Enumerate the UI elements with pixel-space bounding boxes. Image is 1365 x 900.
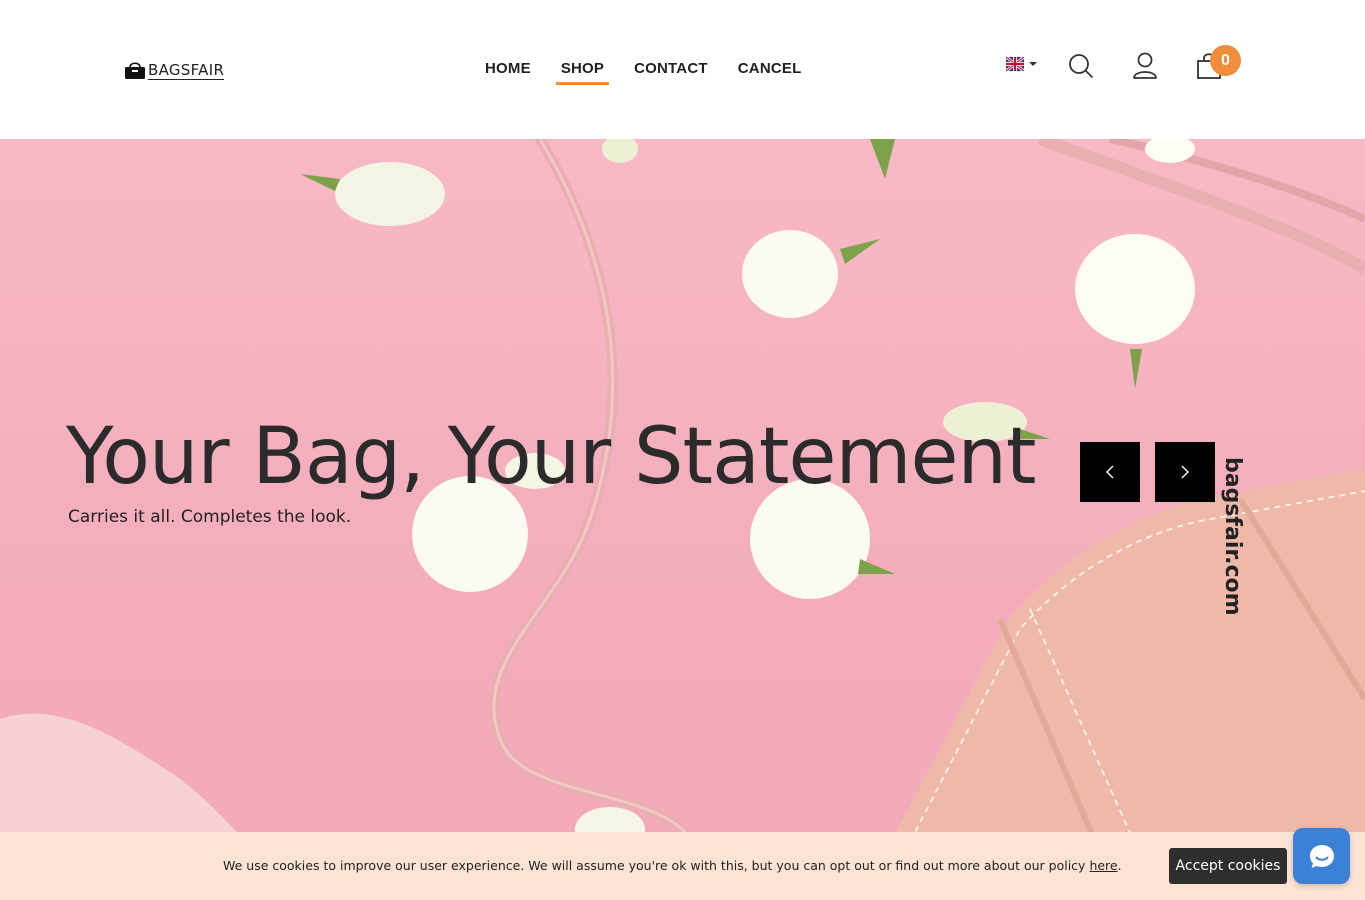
chat-bubble-icon [1309, 845, 1334, 868]
nav-home[interactable]: HOME [470, 52, 546, 85]
nav-contact[interactable]: CONTACT [619, 52, 723, 85]
nav-shop[interactable]: SHOP [546, 52, 619, 85]
nav-cancel[interactable]: CANCEL [723, 52, 817, 85]
side-vertical-text: bagsfair.com [1220, 457, 1245, 616]
cookie-message: We use cookies to improve our user exper… [223, 858, 1122, 873]
chevron-right-icon [1181, 465, 1189, 479]
user-icon[interactable] [1130, 50, 1160, 82]
cookie-policy-link[interactable]: here [1089, 858, 1117, 873]
cookie-message-end: . [1117, 858, 1122, 873]
logo-text: BAGSFAIR [148, 61, 225, 80]
cart-count-badge[interactable]: 0 [1210, 45, 1241, 76]
chat-widget-button[interactable] [1293, 828, 1350, 884]
site-header: BAGSFAIR HOME SHOP CONTACT CANCEL 0 [0, 0, 1365, 139]
cookie-message-text: We use cookies to improve our user exper… [223, 858, 1090, 873]
search-icon[interactable] [1066, 50, 1096, 82]
logo[interactable]: BAGSFAIR [124, 56, 225, 80]
slider-prev-button[interactable] [1080, 442, 1140, 502]
accept-cookies-button[interactable]: Accept cookies [1169, 848, 1287, 884]
cookie-banner: We use cookies to improve our user exper… [0, 832, 1365, 900]
slider-next-button[interactable] [1155, 442, 1215, 502]
hero-title: Your Bag, Your Statement [66, 412, 1036, 502]
chevron-down-icon [1029, 62, 1037, 66]
chevron-left-icon [1106, 465, 1114, 479]
hero-subtitle: Carries it all. Completes the look. [68, 507, 352, 527]
hero-banner: Your Bag, Your Statement Carries it all.… [0, 139, 1365, 900]
main-nav: HOME SHOP CONTACT CANCEL [470, 52, 816, 85]
language-selector[interactable] [1006, 57, 1037, 71]
uk-flag-icon [1006, 57, 1024, 71]
handbag-logo-icon [125, 62, 145, 79]
